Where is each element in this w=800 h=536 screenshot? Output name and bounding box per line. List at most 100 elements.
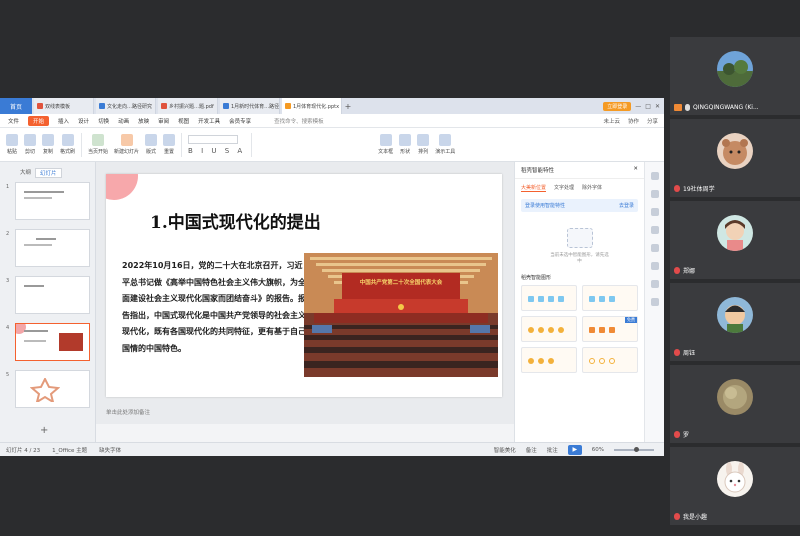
avatar xyxy=(717,461,753,497)
tool-icon[interactable] xyxy=(650,298,659,306)
tool-icon[interactable] xyxy=(650,190,659,198)
avatar xyxy=(717,379,753,415)
participant-name-text: QINGQINGWANG (Ki... xyxy=(693,104,759,111)
participant-tile[interactable]: 我是小趣 xyxy=(670,447,800,525)
participant-tile[interactable]: 19社体周学 xyxy=(670,119,800,197)
thumb-line xyxy=(24,285,44,287)
slide-thumbnail[interactable]: 3 xyxy=(6,276,90,314)
menu-slideshow[interactable]: 放映 xyxy=(138,117,149,125)
arrange-button[interactable]: 排列 xyxy=(417,134,430,155)
login-banner: 登录使用智能特性 去登录 xyxy=(521,199,638,212)
doc-tab[interactable]: 双线表模板 xyxy=(34,98,94,114)
play-current-button[interactable]: 当页开始 xyxy=(88,134,108,155)
slide-counter: 幻灯片 4 / 23 xyxy=(6,447,41,454)
menu-home[interactable]: 开始 xyxy=(28,115,50,126)
pane-title: 稻壳智能特性 xyxy=(521,168,555,174)
menu-transition[interactable]: 切换 xyxy=(98,117,109,125)
thumb-line xyxy=(36,238,56,240)
host-icon xyxy=(674,104,682,111)
pane-close-icon[interactable]: ✕ xyxy=(633,166,638,174)
menu-view[interactable]: 视图 xyxy=(178,117,189,125)
tool-icon[interactable] xyxy=(650,244,659,252)
slide-thumbnail-selected[interactable]: 4 xyxy=(6,323,90,361)
menu-file[interactable]: 文件 xyxy=(8,117,19,125)
ribbon-divider xyxy=(81,132,83,157)
shared-screen-window[interactable]: 首页 双线表模板 文化走向…路径研究 乡村振兴题…题.pdf 1月新时代体育…路… xyxy=(0,98,664,456)
command-search[interactable]: 查找命令、搜索模板 xyxy=(274,117,324,125)
slide-thumbnail[interactable]: 2 xyxy=(6,229,90,267)
comments-toggle[interactable]: 批注 xyxy=(547,446,558,454)
reset-button[interactable]: 重置 xyxy=(163,134,176,155)
slide-thumbnail[interactable]: 5 xyxy=(6,370,90,408)
participant-tile[interactable]: 郑娜 xyxy=(670,201,800,279)
tool-icon[interactable] xyxy=(650,262,659,270)
notes-placeholder[interactable]: 单击此处添加备注 xyxy=(106,408,150,416)
menu-animation[interactable]: 动画 xyxy=(118,117,129,125)
participant-tile[interactable]: 罗 xyxy=(670,365,800,443)
notes-toggle[interactable]: 备注 xyxy=(526,446,537,454)
section-title: 稻壳智能图形 xyxy=(521,275,552,281)
collaborate-button[interactable]: 协作 xyxy=(628,117,639,125)
presentation-tools-button[interactable]: 演示工具 xyxy=(435,134,455,155)
menu-member[interactable]: 会员专享 xyxy=(229,117,251,125)
menu-right: 未上云 协作 分享 xyxy=(603,117,664,125)
layout-button[interactable]: 版式 xyxy=(145,134,158,155)
graphic-template-card[interactable] xyxy=(582,285,638,311)
doc-tab[interactable]: 1月新时代体育…路径 xyxy=(220,98,280,114)
shape-button[interactable]: 形状 xyxy=(399,134,412,155)
tab-outline[interactable]: 大纲 xyxy=(20,168,31,178)
paste-button[interactable]: 粘贴 xyxy=(6,134,18,155)
tool-icon[interactable] xyxy=(650,172,659,180)
close-icon[interactable]: ✕ xyxy=(655,103,660,110)
missing-fonts[interactable]: 缺失字体 xyxy=(99,446,121,454)
slide-thumbnail[interactable]: 1 xyxy=(6,182,90,220)
graphic-template-card[interactable] xyxy=(521,285,577,311)
format-buttons[interactable]: B I U S A xyxy=(188,147,245,155)
add-slide-button[interactable]: + xyxy=(40,425,48,436)
minimize-icon[interactable]: — xyxy=(635,103,641,110)
graphic-template-card[interactable]: 免费 xyxy=(582,316,638,342)
textbox-button[interactable]: 文本框 xyxy=(378,134,393,155)
menu-insert[interactable]: 插入 xyxy=(58,117,69,125)
pane-tab[interactable]: 除外字体 xyxy=(582,184,602,192)
cloud-status[interactable]: 未上云 xyxy=(603,117,620,125)
format-painter-button[interactable]: 格式刷 xyxy=(60,134,75,155)
thumb-line xyxy=(24,330,48,332)
thumb-decoration xyxy=(16,324,26,334)
current-slide[interactable]: 1.中国式现代化的提出 2022年10月16日，党的二十大在北京召开，习近平总书… xyxy=(106,174,502,397)
doc-tab-active[interactable]: 1月体育现代化.pptx xyxy=(282,98,342,114)
new-slide-button[interactable]: 新建幻灯片 xyxy=(114,134,139,155)
menu-design[interactable]: 设计 xyxy=(78,117,89,125)
smart-beautify-button[interactable]: 智能美化 xyxy=(494,446,516,454)
maximize-icon[interactable]: □ xyxy=(645,103,651,110)
cut-button[interactable]: 剪切 xyxy=(24,134,36,155)
slideshow-play-button[interactable]: ▶ xyxy=(567,444,582,455)
tab-slides[interactable]: 幻灯片 xyxy=(35,168,62,178)
font-name-box[interactable] xyxy=(188,134,239,144)
menu-developer[interactable]: 开发工具 xyxy=(198,117,220,125)
participant-tile[interactable]: QINGQINGWANG (Ki... xyxy=(670,37,800,115)
tool-icon[interactable] xyxy=(650,208,659,216)
new-tab-button[interactable]: + xyxy=(342,98,354,114)
graphic-template-card[interactable] xyxy=(521,347,577,373)
copy-button[interactable]: 复制 xyxy=(42,134,54,155)
zoom-slider[interactable] xyxy=(614,446,654,452)
home-tab[interactable]: 首页 xyxy=(0,98,32,114)
muted-microphone-icon xyxy=(674,267,680,274)
tool-icon[interactable] xyxy=(650,226,659,234)
login-button[interactable]: 立即登录 xyxy=(603,101,632,111)
graphic-template-card[interactable] xyxy=(521,316,577,342)
login-link[interactable]: 去登录 xyxy=(619,202,634,209)
tool-icon[interactable] xyxy=(650,280,659,288)
doc-tab[interactable]: 乡村振兴题…题.pdf xyxy=(158,98,218,114)
zoom-level[interactable]: 60% xyxy=(592,447,604,453)
menu-review[interactable]: 审阅 xyxy=(158,117,169,125)
share-button[interactable]: 分享 xyxy=(647,117,658,125)
graphic-template-card[interactable] xyxy=(582,347,638,373)
thumb-line xyxy=(24,197,52,199)
pane-tab[interactable]: 大美新位置 xyxy=(521,184,547,192)
doc-tab[interactable]: 文化走向…路径研究 xyxy=(96,98,156,114)
pane-tab[interactable]: 文字处理 xyxy=(554,184,574,192)
reset-icon xyxy=(163,134,176,146)
participant-tile[interactable]: 周钰 xyxy=(670,283,800,361)
